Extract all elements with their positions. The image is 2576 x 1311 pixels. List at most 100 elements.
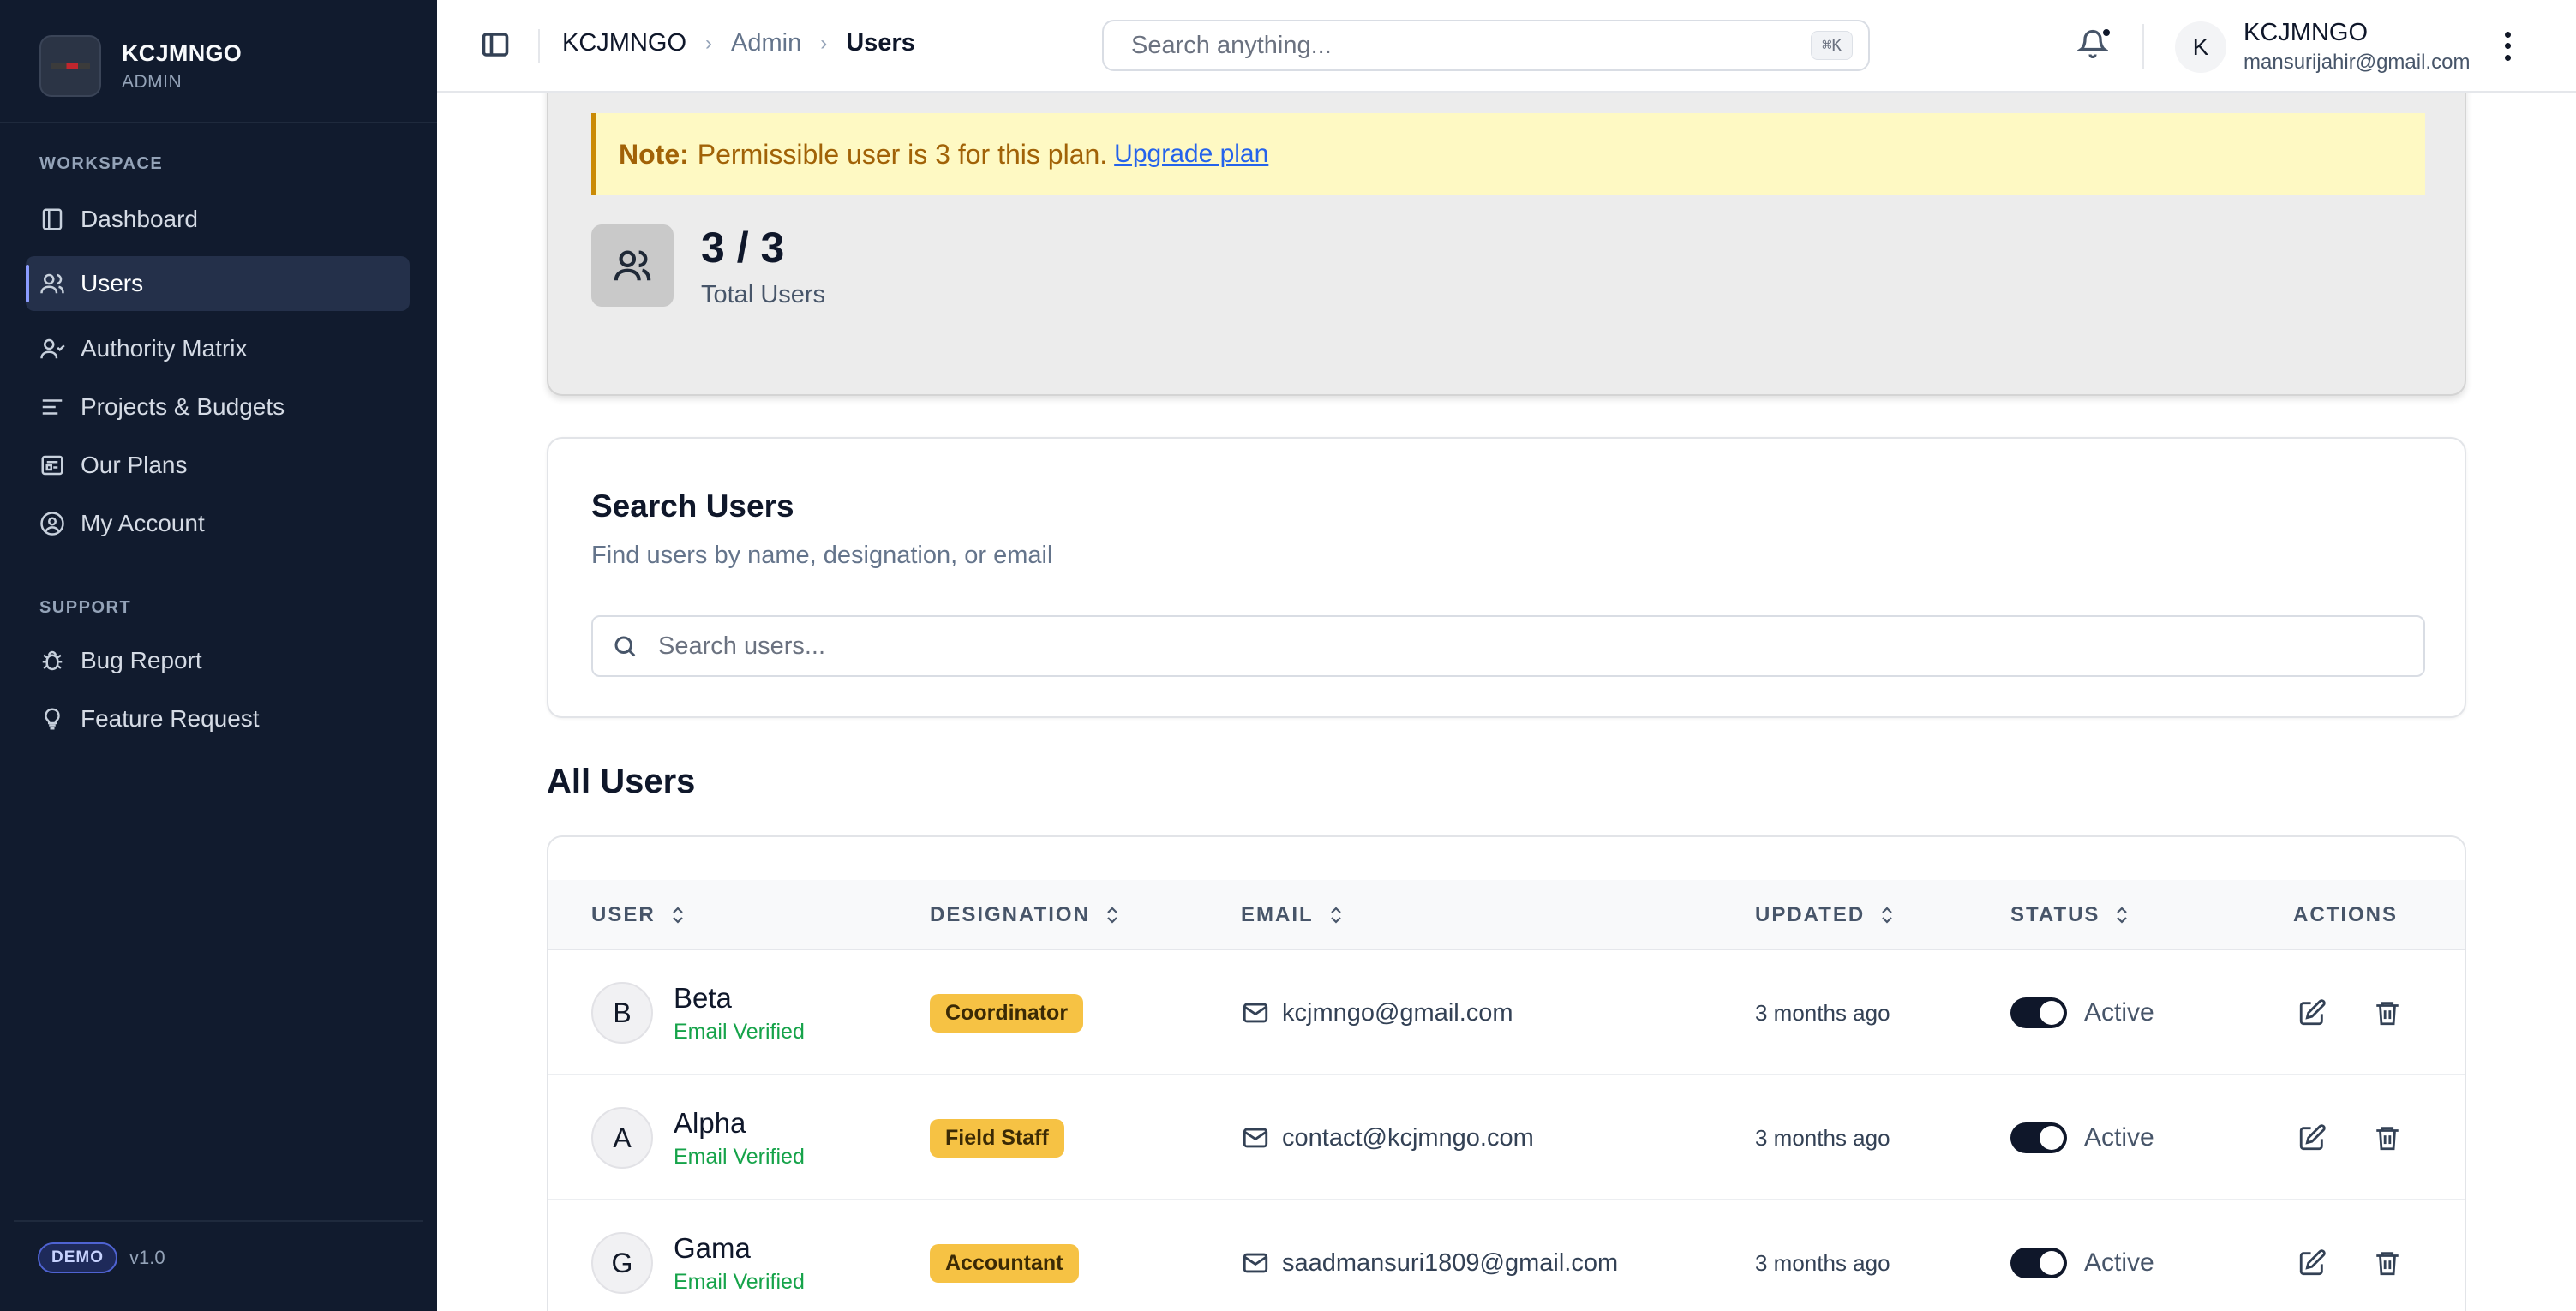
status-text: Active <box>2084 1248 2154 1277</box>
search-users-subtitle: Find users by name, designation, or emai… <box>591 542 1053 569</box>
sidebar-item-feature-request[interactable]: Feature Request <box>26 691 410 746</box>
user-menu[interactable]: K KCJMNGO mansurijahir@gmail.com <box>2175 19 2470 75</box>
sidebar-item-users[interactable]: Users <box>26 256 410 311</box>
brand-logo <box>39 35 101 97</box>
column-header-email[interactable]: EMAIL <box>1241 880 1346 950</box>
column-header-status[interactable]: STATUS <box>2010 880 2132 950</box>
email-verified-label: Email Verified <box>674 1019 805 1044</box>
designation-cell: Accountant <box>930 1200 1079 1311</box>
edit-button[interactable] <box>2293 994 2331 1032</box>
email-verified-label: Email Verified <box>674 1144 805 1169</box>
users-stats-card: Note: Permissible user is 3 for this pla… <box>547 60 2466 396</box>
trash-icon <box>2376 1127 2399 1151</box>
delete-button[interactable] <box>2369 994 2406 1032</box>
users-table: USER DESIGNATION EMAIL UPDATED STATUS AC… <box>547 835 2466 1311</box>
user-cell: G Gama Email Verified <box>591 1200 805 1311</box>
authority-icon <box>40 338 65 359</box>
sidebar: KCJMNGO ADMIN WORKSPACE Dashboard Users … <box>0 0 437 1311</box>
sidebar-item-bug-report[interactable]: Bug Report <box>26 633 410 688</box>
sidebar-item-label: Projects & Budgets <box>81 393 285 420</box>
edit-icon <box>2299 999 2326 1026</box>
edit-button[interactable] <box>2293 1244 2331 1282</box>
updated-text: 3 months ago <box>1755 1249 1890 1276</box>
table-row: A Alpha Email Verified Field Staff conta… <box>548 1075 2465 1200</box>
topbar: KCJMNGO › Admin › Users Search anything.… <box>437 0 2576 93</box>
status-toggle[interactable] <box>2010 1248 2067 1278</box>
trash-icon <box>2376 1002 2399 1026</box>
email-verified-label: Email Verified <box>674 1269 805 1294</box>
upgrade-plan-link[interactable]: Upgrade plan <box>1114 140 1268 169</box>
edit-button[interactable] <box>2293 1119 2331 1157</box>
mail-icon <box>1243 1253 1268 1273</box>
search-icon <box>614 636 636 657</box>
breadcrumb-item-home[interactable]: KCJMNGO <box>562 29 686 57</box>
users-search-input[interactable]: Search users... <box>591 615 2425 677</box>
search-users-card: Search Users Find users by name, designa… <box>547 437 2466 718</box>
user-name: Alpha <box>674 1106 746 1139</box>
status-cell: Active <box>2010 1075 2154 1200</box>
sidebar-footer: DEMO v1.0 <box>38 1242 165 1273</box>
plan-note: Note: Permissible user is 3 for this pla… <box>591 113 2425 195</box>
actions-cell <box>2293 1075 2406 1200</box>
updated-text: 3 months ago <box>1755 999 1890 1026</box>
user-name: KCJMNGO <box>2244 19 2368 46</box>
notifications-button[interactable] <box>2076 27 2112 62</box>
email-cell: contact@kcjmngo.com <box>1241 1075 1534 1200</box>
kebab-dot <box>2504 43 2511 50</box>
brand[interactable]: KCJMNGO ADMIN <box>39 35 242 97</box>
topbar-divider <box>2142 24 2144 69</box>
sidebar-item-dashboard[interactable]: Dashboard <box>26 192 410 247</box>
column-header-label: STATUS <box>2010 903 2100 926</box>
status-toggle[interactable] <box>2010 997 2067 1028</box>
mail-icon <box>1243 1003 1268 1023</box>
sidebar-item-our-plans[interactable]: Our Plans <box>26 438 410 493</box>
list-icon <box>42 399 63 415</box>
kebab-dot <box>2504 32 2511 39</box>
account-icon <box>40 512 64 536</box>
chevron-right-icon: › <box>820 31 828 55</box>
column-header-user[interactable]: USER <box>591 880 688 950</box>
more-options-button[interactable] <box>2497 29 2518 63</box>
sidebar-item-label: Authority Matrix <box>81 335 248 362</box>
global-search-input[interactable]: Search anything... ⌘K <box>1102 20 1870 71</box>
brand-role: ADMIN <box>122 71 183 92</box>
note-text: Permissible user is 3 for this plan. <box>697 138 1108 170</box>
edit-icon <box>2299 1249 2326 1276</box>
user-name: Gama <box>674 1231 751 1264</box>
notification-dot <box>2101 27 2112 38</box>
sidebar-divider <box>0 122 437 123</box>
breadcrumb-item-admin[interactable]: Admin <box>731 29 801 57</box>
sidebar-item-label: Our Plans <box>81 452 188 478</box>
mail-icon <box>1243 1128 1268 1148</box>
avatar: B <box>591 982 653 1044</box>
users-stat-icon <box>591 224 674 307</box>
trash-icon <box>2376 1252 2399 1276</box>
edit-icon <box>2299 1124 2326 1151</box>
lightbulb-icon <box>45 708 60 730</box>
sidebar-item-label: Users <box>81 270 144 296</box>
sidebar-item-projects-budgets[interactable]: Projects & Budgets <box>26 380 410 434</box>
sidebar-toggle-button[interactable] <box>480 29 514 63</box>
avatar: A <box>591 1107 653 1169</box>
sidebar-item-authority-matrix[interactable]: Authority Matrix <box>26 321 410 376</box>
breadcrumb-item-current: Users <box>846 29 915 57</box>
column-header-designation[interactable]: DESIGNATION <box>930 880 1123 950</box>
topbar-divider <box>538 29 540 63</box>
designation-badge: Field Staff <box>930 1118 1064 1158</box>
search-users-title: Search Users <box>591 488 794 524</box>
user-name: Beta <box>674 981 732 1014</box>
table-header: USER DESIGNATION EMAIL UPDATED STATUS AC… <box>548 880 2465 950</box>
delete-button[interactable] <box>2369 1119 2406 1157</box>
column-header-updated[interactable]: UPDATED <box>1755 880 1897 950</box>
plans-icon <box>41 455 63 476</box>
sidebar-item-label: Feature Request <box>81 705 260 732</box>
users-search-placeholder: Search users... <box>658 632 826 660</box>
status-toggle[interactable] <box>2010 1122 2067 1153</box>
delete-button[interactable] <box>2369 1244 2406 1282</box>
column-header-label: UPDATED <box>1755 903 1866 926</box>
support-section-label: SUPPORT <box>39 598 132 617</box>
updated-text: 3 months ago <box>1755 1124 1890 1151</box>
sidebar-item-my-account[interactable]: My Account <box>26 496 410 551</box>
sidebar-divider <box>14 1220 423 1222</box>
sidebar-item-label: My Account <box>81 510 205 536</box>
